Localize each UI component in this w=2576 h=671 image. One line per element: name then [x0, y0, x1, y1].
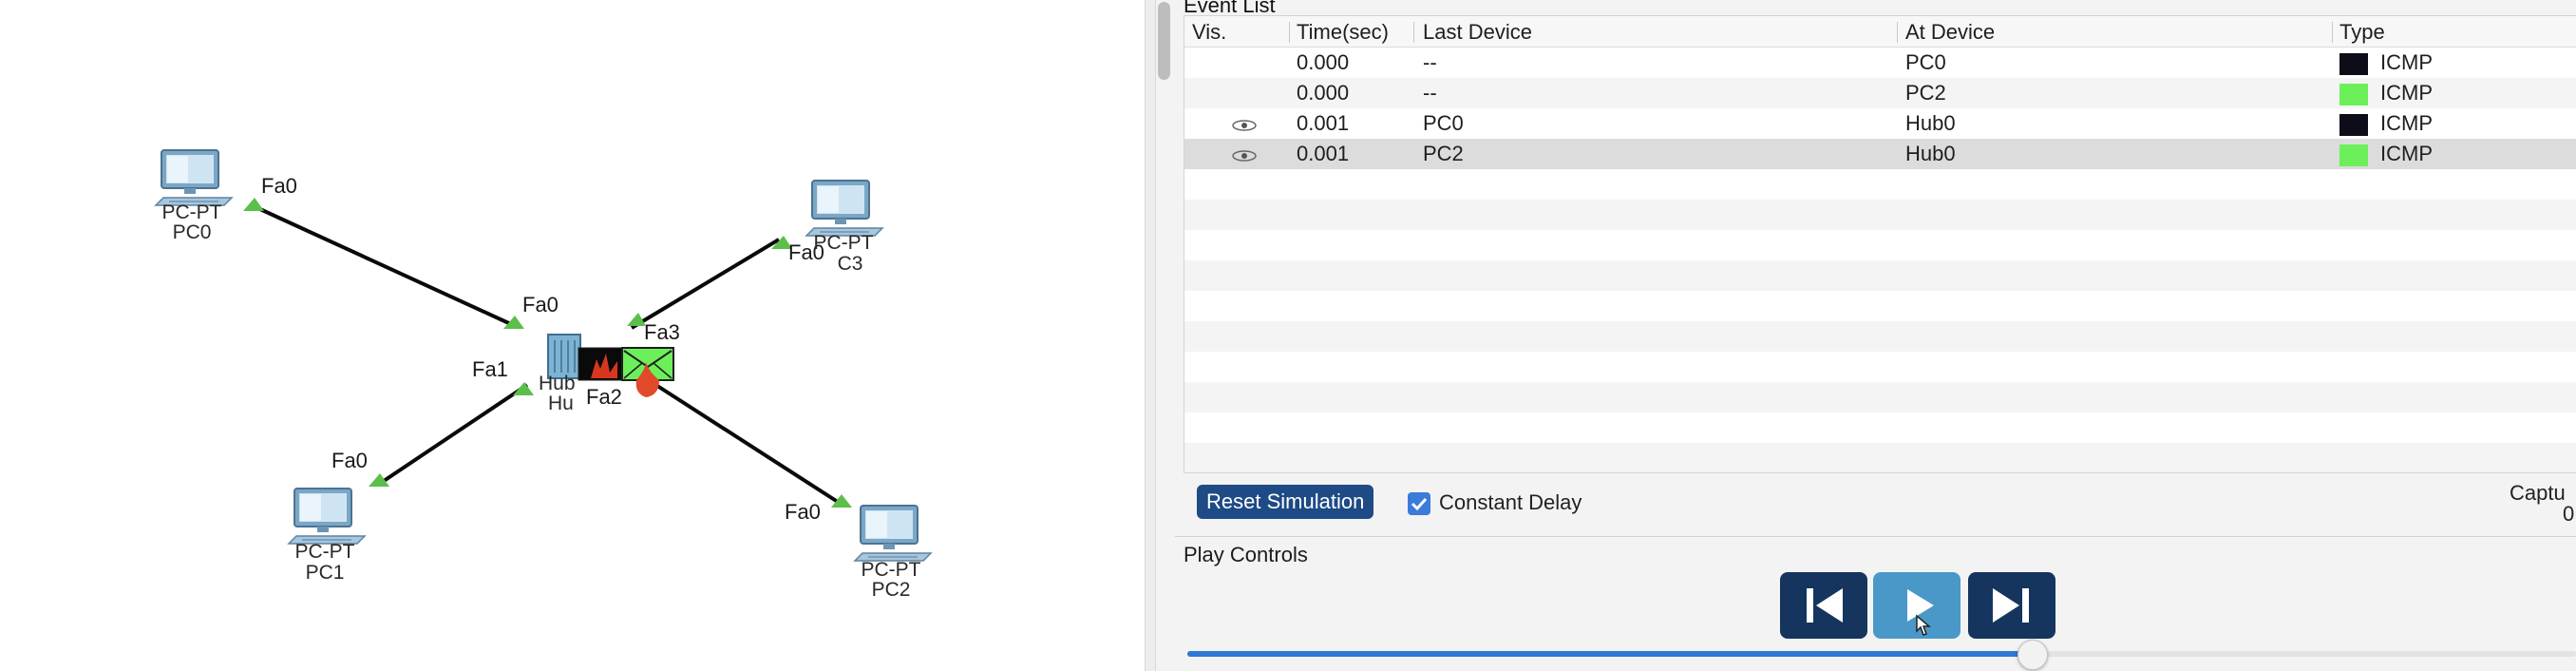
device-model-label: PC-PT — [814, 232, 874, 254]
empty-row — [1184, 352, 2576, 382]
constant-delay-checkbox[interactable] — [1408, 492, 1430, 515]
capture-label: Captu — [2510, 481, 2566, 505]
cursor-hand-icon — [1916, 614, 1932, 636]
empty-row — [1184, 230, 2576, 260]
event-type: ICMP — [2380, 111, 2433, 135]
column-header-vis[interactable]: Vis. — [1192, 20, 1226, 45]
simulation-controls-bar: Reset Simulation Constant Delay Captu 0 — [1184, 477, 2576, 527]
eye-icon[interactable] — [1232, 120, 1257, 131]
event-type: ICMP — [2380, 142, 2433, 165]
event-last-device: PC0 — [1423, 111, 1464, 135]
device-name-label: Hu — [548, 393, 574, 414]
event-list-header: Vis. Time(sec) Last Device At Device Typ… — [1184, 16, 2576, 48]
port-indicator-icon — [243, 198, 264, 211]
empty-row — [1184, 321, 2576, 352]
empty-row — [1184, 443, 2576, 472]
reset-simulation-button[interactable]: Reset Simulation — [1197, 485, 1374, 519]
event-row[interactable]: 0.000 -- PC0 ICMP — [1184, 48, 2576, 78]
device-name-label: PC0 — [173, 221, 212, 243]
event-last-device: -- — [1423, 81, 1437, 105]
link-pc0-hub[interactable] — [251, 203, 514, 327]
event-row-selected[interactable]: 0.001 PC2 Hub0 ICMP — [1184, 139, 2576, 169]
column-header-type[interactable]: Type — [2339, 20, 2385, 45]
empty-row — [1184, 200, 2576, 230]
port-label: Fa1 — [472, 357, 508, 381]
constant-delay-label: Constant Delay — [1439, 490, 1582, 514]
pdu-color-swatch[interactable] — [2339, 144, 2368, 166]
event-at-device: PC0 — [1905, 50, 1946, 74]
event-type: ICMP — [2380, 50, 2433, 74]
checkmark-icon — [1411, 497, 1428, 511]
forward-button[interactable] — [1968, 572, 2055, 639]
pc-icon — [854, 505, 932, 562]
play-controls-title: Play Controls — [1184, 543, 1308, 566]
column-header-last-device[interactable]: Last Device — [1423, 20, 1532, 45]
device-pc1[interactable]: PC-PT PC1 — [288, 488, 366, 584]
capture-value: 0 — [2563, 502, 2575, 526]
divider — [1175, 536, 2576, 537]
event-last-device: PC2 — [1423, 142, 1464, 165]
link-pc1-hub[interactable] — [376, 383, 529, 487]
column-header-time[interactable]: Time(sec) — [1297, 20, 1389, 45]
event-at-device: Hub0 — [1905, 111, 1956, 135]
play-icon — [1907, 589, 1934, 636]
port-indicator-icon — [513, 382, 534, 395]
device-model-label: Hub — [539, 373, 576, 394]
event-time: 0.001 — [1297, 142, 1350, 165]
eye-icon[interactable] — [1232, 150, 1257, 162]
empty-row — [1184, 382, 2576, 412]
event-time: 0.001 — [1297, 111, 1350, 135]
event-list-scroll-thumb[interactable] — [1158, 2, 1170, 80]
device-model-label: PC-PT — [295, 541, 355, 563]
device-model-label: PC-PT — [862, 559, 921, 581]
event-list-table: Vis. Time(sec) Last Device At Device Typ… — [1184, 15, 2576, 473]
port-label: Fa3 — [644, 320, 680, 344]
event-at-device: Hub0 — [1905, 142, 1956, 165]
event-at-device: PC2 — [1905, 81, 1946, 105]
skip-forward-icon — [1993, 588, 2029, 623]
empty-row — [1184, 169, 2576, 200]
event-type: ICMP — [2380, 81, 2433, 105]
event-row[interactable]: 0.001 PC0 Hub0 ICMP — [1184, 108, 2576, 139]
device-name-label: PC1 — [306, 562, 345, 584]
port-label: Fa0 — [785, 500, 821, 524]
pc-icon — [805, 180, 883, 237]
pdu-color-swatch[interactable] — [2339, 53, 2368, 75]
device-model-label: PC-PT — [162, 201, 222, 223]
port-label: Fa0 — [331, 449, 368, 472]
play-speed-slider[interactable] — [1187, 640, 2576, 670]
back-button[interactable] — [1780, 572, 1867, 639]
topology-canvas[interactable]: Fa0 Fa0 Fa3 Fa1 Fa2 Fa0 Fa0 Fa0 PC-PT PC… — [0, 0, 1145, 671]
link-pc3-hub[interactable] — [630, 238, 781, 330]
port-label: Fa0 — [261, 174, 297, 198]
pc-icon — [288, 488, 366, 545]
slider-thumb[interactable] — [2017, 640, 2048, 670]
event-row[interactable]: 0.000 -- PC2 ICMP — [1184, 78, 2576, 108]
event-time: 0.000 — [1297, 50, 1350, 74]
slider-fill — [1187, 651, 2032, 657]
play-button[interactable] — [1873, 572, 1960, 639]
column-header-at-device[interactable]: At Device — [1905, 20, 1995, 45]
empty-row — [1184, 291, 2576, 321]
event-last-device: -- — [1423, 50, 1437, 74]
pc-icon — [155, 149, 233, 206]
pane-splitter[interactable] — [1145, 0, 1156, 671]
device-name-label: C3 — [838, 253, 863, 275]
skip-back-icon — [1807, 588, 1843, 623]
device-pc2[interactable]: PC-PT PC2 — [854, 505, 932, 601]
link-pc2-hub[interactable] — [639, 374, 843, 506]
pdu-color-swatch[interactable] — [2339, 84, 2368, 105]
empty-row — [1184, 412, 2576, 443]
port-label: Fa2 — [586, 385, 622, 409]
device-pc0[interactable]: PC-PT PC0 — [155, 149, 233, 243]
port-label: Fa0 — [522, 293, 559, 316]
device-name-label: PC2 — [872, 579, 911, 601]
topology-workspace[interactable]: Fa0 Fa0 Fa3 Fa1 Fa2 Fa0 Fa0 Fa0 PC-PT PC… — [0, 0, 1145, 671]
event-time: 0.000 — [1297, 81, 1350, 105]
pdu-color-swatch[interactable] — [2339, 114, 2368, 136]
event-list-scrollbar[interactable] — [1156, 0, 1175, 532]
empty-row — [1184, 260, 2576, 291]
